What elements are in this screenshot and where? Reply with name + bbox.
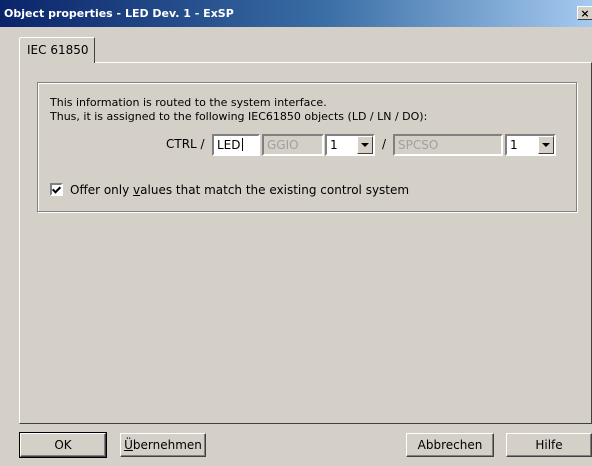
help-button[interactable]: Hilfe xyxy=(506,433,592,457)
separator-label: / xyxy=(382,137,387,151)
label-part: Offer only xyxy=(70,183,134,197)
apply-button-label: bernehmen xyxy=(132,438,202,452)
window-title: Object properties - LED Dev. 1 - ExSP xyxy=(4,7,234,20)
help-button-label: Hilfe xyxy=(535,438,563,452)
ln-input: GGIO xyxy=(262,134,324,156)
close-icon: × xyxy=(580,7,590,20)
ln-instance-value: 1 xyxy=(330,138,338,152)
do-value: SPCSO xyxy=(398,138,439,152)
match-control-system-checkbox[interactable] xyxy=(50,183,63,196)
cancel-button[interactable]: Abbrechen xyxy=(406,433,494,457)
match-control-system-label[interactable]: Offer only values that match the existin… xyxy=(70,183,409,197)
title-bar[interactable]: Object properties - LED Dev. 1 - ExSP × xyxy=(0,0,592,28)
apply-button[interactable]: Übernehmen xyxy=(120,433,206,457)
chevron-down-icon[interactable] xyxy=(357,136,373,154)
do-instance-value: 1 xyxy=(510,138,518,152)
do-input: SPCSO xyxy=(393,134,503,156)
tab-iec-61850[interactable]: IEC 61850 xyxy=(19,37,95,63)
text-caret xyxy=(241,138,243,151)
ln-value: GGIO xyxy=(267,138,299,152)
tab-label: IEC 61850 xyxy=(27,43,89,57)
do-instance-select[interactable]: 1 xyxy=(505,134,556,156)
accelerator-key: Ü xyxy=(124,438,133,452)
info-text-line1: This information is routed to the system… xyxy=(50,96,327,109)
ok-button-label: OK xyxy=(54,438,72,452)
close-button[interactable]: × xyxy=(577,6,592,20)
chevron-down-icon[interactable] xyxy=(538,136,554,154)
ld-value: LED xyxy=(217,138,241,152)
ctrl-prefix-label: CTRL / xyxy=(166,137,205,151)
label-part: alues that match the existing control sy… xyxy=(140,183,410,197)
ln-instance-select[interactable]: 1 xyxy=(325,134,375,156)
ld-input[interactable]: LED xyxy=(212,134,260,156)
info-text-line2: Thus, it is assigned to the following IE… xyxy=(50,110,428,123)
cancel-button-label: Abbrechen xyxy=(417,438,483,452)
ok-button[interactable]: OK xyxy=(19,432,107,458)
